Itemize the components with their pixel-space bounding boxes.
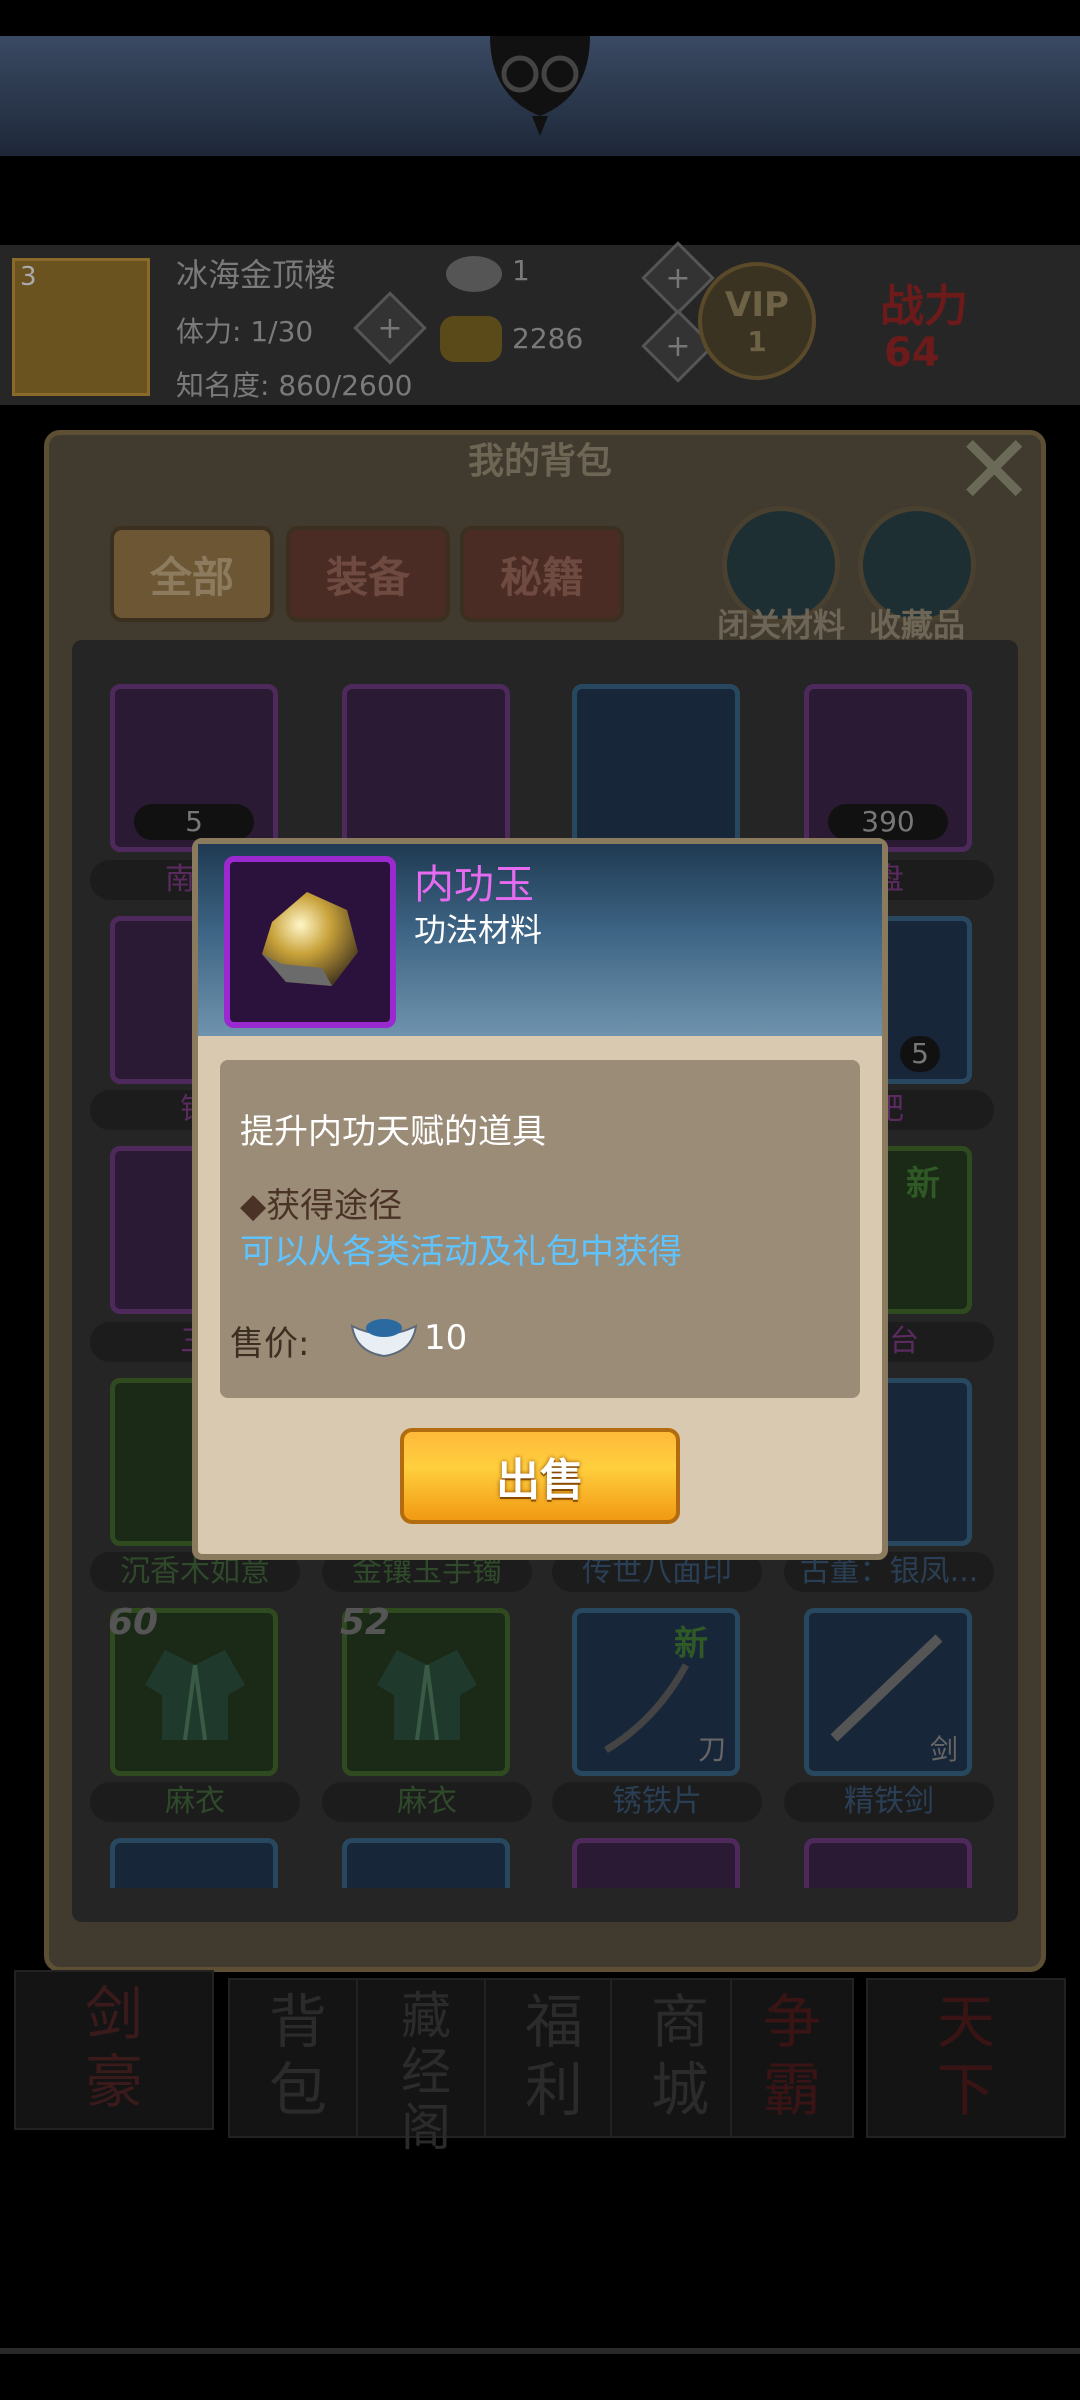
item-slot[interactable]	[110, 1838, 278, 1888]
blade-icon	[604, 1663, 690, 1754]
nav-contest[interactable]: 争 霸	[730, 1978, 854, 2138]
vip-badge[interactable]: VIP 1	[698, 262, 816, 380]
fame-text: 知名度: 860/2600	[176, 369, 413, 402]
new-tag: 新	[674, 1624, 708, 1664]
item-quantity: 390	[828, 804, 948, 840]
item-name: 麻衣	[90, 1782, 300, 1822]
item-type: 功法材料	[414, 911, 543, 949]
price-value: 10	[424, 1318, 468, 1358]
nav-swordsman[interactable]: 剑 豪	[14, 1970, 214, 2130]
nav-shop[interactable]: 商 城	[610, 1978, 750, 2138]
item-name: 精铁剑	[784, 1782, 994, 1822]
bag-title: 我的背包	[467, 441, 612, 482]
item-quantity: 5	[134, 804, 254, 840]
location-name: 冰海金顶楼	[176, 256, 337, 294]
item-description: 提升内功天赋的道具	[240, 1112, 546, 1152]
home-indicator	[0, 2348, 1080, 2354]
robe-icon	[377, 1650, 477, 1741]
item-slot[interactable]	[572, 1838, 740, 1888]
power-value: 64	[884, 330, 940, 376]
tab-all[interactable]: 全部	[110, 526, 274, 622]
source-text: 可以从各类活动及礼包中获得	[240, 1232, 682, 1272]
tab-equipment[interactable]: 装备	[286, 526, 450, 622]
item-slot[interactable]	[572, 684, 740, 852]
item-quantity: 5	[900, 1036, 940, 1072]
weapon-type: 刀	[698, 1733, 727, 1766]
item-level: 60	[108, 1602, 159, 1643]
robe-icon	[145, 1650, 245, 1741]
sell-button[interactable]: 出售	[400, 1428, 680, 1524]
item-slot[interactable]	[342, 1838, 510, 1888]
vip-label: VIP	[725, 284, 789, 325]
item-level: 52	[340, 1602, 391, 1643]
item-name: 锈铁片	[552, 1782, 762, 1822]
nav-welfare[interactable]: 福 利	[484, 1978, 624, 2138]
tab-manuals[interactable]: 秘籍	[460, 526, 624, 622]
price-label: 售价:	[230, 1324, 310, 1364]
power-label: 战力	[880, 281, 968, 332]
item-name: 麻衣	[322, 1782, 532, 1822]
item-slot[interactable]	[342, 684, 510, 852]
silver-amount: 1	[512, 254, 530, 287]
nav-library[interactable]: 藏 经 阁	[356, 1978, 496, 2156]
silver-ingot-icon	[446, 256, 502, 292]
source-title: ◆获得途径	[240, 1186, 403, 1226]
item-icon-slot	[224, 856, 396, 1028]
item-slot[interactable]	[804, 1838, 972, 1888]
jade-stone-icon	[262, 892, 358, 986]
weapon-type: 剑	[930, 1733, 959, 1766]
cloud-ornament-icon	[490, 36, 590, 136]
item-name-title: 内功玉	[414, 862, 534, 908]
nav-world[interactable]: 天 下	[866, 1978, 1066, 2138]
nav-bag[interactable]: 背 包	[228, 1978, 368, 2138]
gold-amount: 2286	[512, 322, 584, 355]
silver-ingot-icon	[350, 1319, 418, 1358]
close-icon[interactable]: ✕	[954, 422, 1034, 518]
new-tag: 新	[906, 1164, 940, 1204]
gold-icon	[440, 316, 502, 362]
vip-level: 1	[747, 324, 767, 358]
stamina-text: 体力: 1/30	[176, 315, 314, 348]
player-level: 3	[20, 262, 37, 292]
